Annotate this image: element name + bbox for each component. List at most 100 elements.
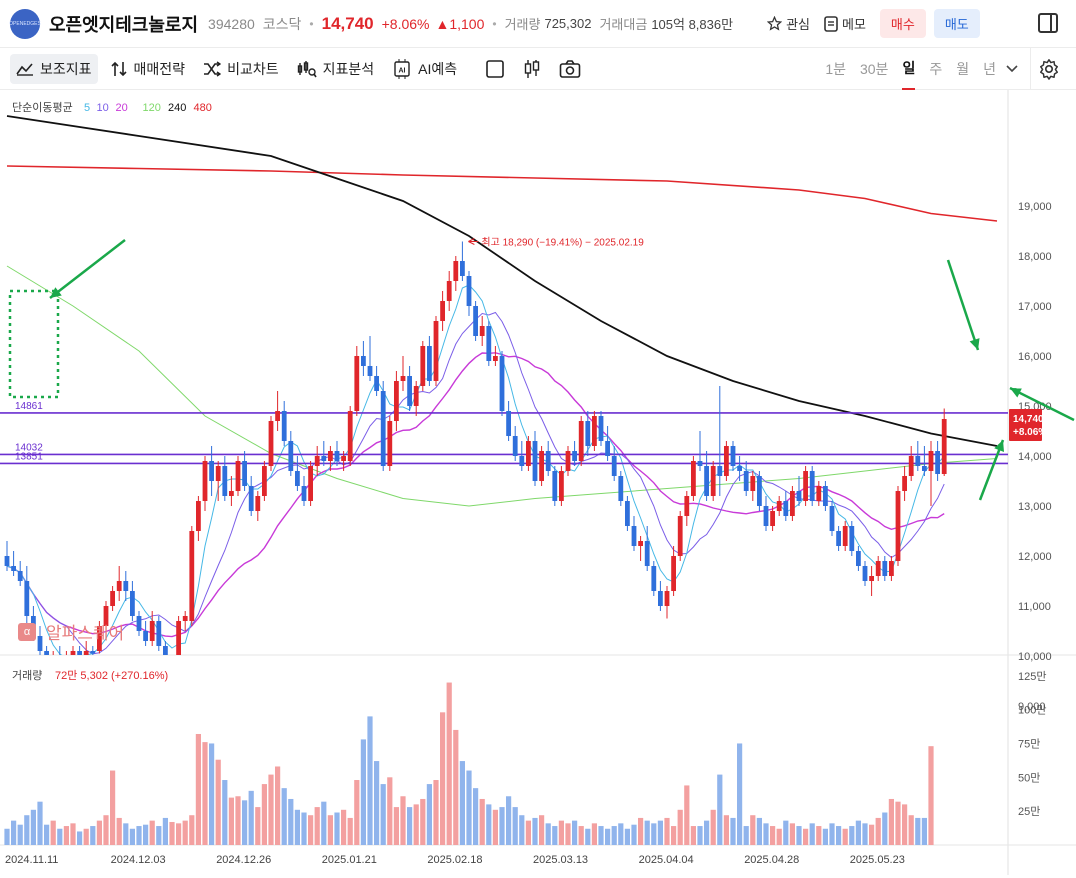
volume-bar[interactable]: [598, 826, 604, 845]
candle-body[interactable]: [922, 466, 927, 471]
candle-type-icon[interactable]: [523, 59, 541, 79]
volume-bar[interactable]: [268, 774, 274, 845]
volume-bar[interactable]: [261, 784, 267, 845]
volume-bar[interactable]: [743, 826, 749, 845]
candle-body[interactable]: [321, 456, 327, 461]
candle-body[interactable]: [539, 451, 544, 481]
volume-bar[interactable]: [195, 733, 201, 845]
candle-body[interactable]: [380, 391, 386, 466]
candle-body[interactable]: [730, 446, 736, 466]
volume-bar[interactable]: [11, 820, 17, 845]
volume-bar[interactable]: [578, 826, 584, 845]
volume-bar[interactable]: [552, 826, 558, 845]
gear-icon[interactable]: [1038, 58, 1060, 85]
volume-bar[interactable]: [895, 801, 901, 845]
candle-body[interactable]: [407, 376, 412, 406]
candle-body[interactable]: [354, 356, 360, 411]
annotation-dashed-box[interactable]: [8, 289, 60, 399]
candle-body[interactable]: [341, 456, 346, 461]
candle-body[interactable]: [493, 356, 498, 361]
volume-bar[interactable]: [829, 823, 835, 845]
candle-body[interactable]: [136, 616, 142, 631]
candle-body[interactable]: [453, 261, 459, 281]
candle-body[interactable]: [486, 326, 492, 361]
volume-bar[interactable]: [281, 788, 287, 845]
candle-body[interactable]: [908, 456, 914, 476]
candle-body[interactable]: [519, 456, 525, 466]
volume-bar[interactable]: [17, 824, 23, 845]
volume-bar[interactable]: [44, 824, 50, 845]
volume-bar[interactable]: [242, 800, 248, 845]
candle-body[interactable]: [902, 476, 907, 491]
volume-bar[interactable]: [671, 826, 677, 845]
candle-body[interactable]: [170, 661, 175, 671]
volume-bar[interactable]: [215, 759, 221, 845]
volume-bar[interactable]: [116, 817, 122, 845]
volume-bar[interactable]: [30, 809, 36, 845]
candle-body[interactable]: [163, 646, 168, 671]
candle-body[interactable]: [717, 466, 723, 476]
volume-bar[interactable]: [737, 743, 743, 845]
buy-button[interactable]: 매수: [879, 9, 926, 38]
square-icon[interactable]: [485, 59, 505, 79]
volume-bar[interactable]: [420, 798, 426, 845]
candle-body[interactable]: [427, 346, 432, 381]
candle-body[interactable]: [242, 461, 247, 486]
volume-bar[interactable]: [380, 784, 386, 845]
volume-bar[interactable]: [413, 804, 419, 845]
volume-bar[interactable]: [539, 815, 545, 845]
candle-body[interactable]: [446, 281, 452, 301]
candle-body[interactable]: [182, 616, 188, 621]
candle-body[interactable]: [526, 441, 531, 466]
volume-bar[interactable]: [506, 796, 512, 845]
volume-bar[interactable]: [704, 820, 710, 845]
candle-body[interactable]: [156, 621, 162, 646]
volume-bar[interactable]: [334, 812, 340, 845]
volume-bar[interactable]: [710, 809, 716, 845]
volume-bar[interactable]: [255, 807, 261, 845]
volume-bar[interactable]: [182, 820, 188, 845]
candle-body[interactable]: [466, 276, 472, 306]
candle-body[interactable]: [57, 656, 62, 661]
volume-bar[interactable]: [591, 823, 597, 845]
volume-bar[interactable]: [459, 761, 465, 845]
volume-bar[interactable]: [684, 785, 690, 845]
volume-bar[interactable]: [327, 815, 333, 845]
volume-bar[interactable]: [624, 828, 630, 845]
candle-body[interactable]: [928, 451, 934, 471]
period-30min[interactable]: 30분: [860, 49, 888, 89]
volume-bar[interactable]: [915, 817, 921, 845]
volume-bar[interactable]: [143, 824, 149, 845]
volume-bar[interactable]: [558, 820, 564, 845]
candle-body[interactable]: [143, 631, 148, 641]
volume-bar[interactable]: [545, 823, 551, 845]
volume-bar[interactable]: [776, 828, 782, 845]
volume-bar[interactable]: [565, 823, 571, 845]
candle-body[interactable]: [268, 421, 274, 466]
candle-body[interactable]: [149, 621, 155, 641]
candle-body[interactable]: [783, 501, 789, 516]
candle-body[interactable]: [215, 466, 221, 481]
candle-body[interactable]: [314, 456, 320, 466]
candle-body[interactable]: [235, 461, 241, 491]
candle-body[interactable]: [433, 321, 439, 381]
volume-bar[interactable]: [57, 828, 63, 845]
candle-body[interactable]: [790, 491, 795, 516]
annotation-arrow-top[interactable]: [946, 259, 980, 351]
volume-bar[interactable]: [816, 826, 822, 845]
period-year[interactable]: 년: [983, 49, 996, 89]
candle-body[interactable]: [809, 471, 815, 501]
candle-body[interactable]: [123, 581, 129, 591]
candle-body[interactable]: [367, 366, 373, 376]
candle-body[interactable]: [44, 651, 49, 666]
candle-body[interactable]: [625, 501, 630, 526]
candle-body[interactable]: [374, 376, 379, 391]
volume-bar[interactable]: [902, 804, 908, 845]
volume-bar[interactable]: [631, 824, 637, 845]
volume-bar[interactable]: [855, 820, 861, 845]
candle-body[interactable]: [605, 441, 610, 456]
volume-bar[interactable]: [367, 716, 373, 845]
annotation-arrow-left[interactable]: [49, 239, 126, 299]
volume-bar[interactable]: [605, 828, 611, 845]
candle-body[interactable]: [116, 581, 122, 591]
